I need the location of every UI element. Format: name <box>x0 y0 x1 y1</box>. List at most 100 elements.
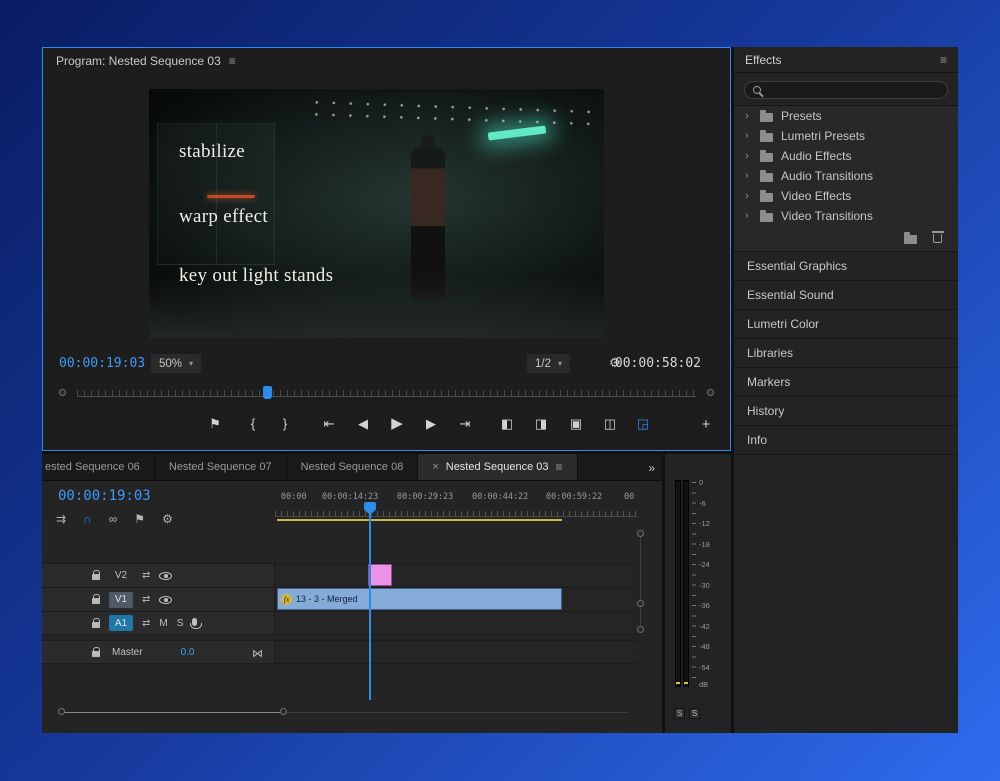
step-forward-button[interactable]: ▶ <box>419 416 443 432</box>
panel-tab-lumetri-color[interactable]: Lumetri Color <box>734 310 958 339</box>
vscroll-handle[interactable] <box>637 530 644 537</box>
add-marker-icon[interactable]: ⚑ <box>134 512 145 526</box>
track-lock-icon[interactable] <box>92 651 100 657</box>
tree-item-lumetri-presets[interactable]: › Lumetri Presets <box>734 126 958 146</box>
play-button[interactable]: ▶ <box>385 414 409 432</box>
tree-item-audio-transitions[interactable]: › Audio Transitions <box>734 166 958 186</box>
solo-right-button[interactable]: S <box>689 708 700 719</box>
timeline-settings-icon[interactable]: ⚙ <box>162 512 173 526</box>
mark-out-button[interactable]: } <box>273 416 297 431</box>
panel-tab-markers[interactable]: Markers <box>734 368 958 397</box>
voiceover-mic-icon[interactable] <box>192 618 197 626</box>
sync-lock-icon[interactable]: ⇄ <box>142 594 150 605</box>
tab-nested-sequence-08[interactable]: Nested Sequence 08 <box>287 454 419 480</box>
delete-bin-icon[interactable] <box>933 234 942 243</box>
tab-nested-sequence-07[interactable]: Nested Sequence 07 <box>155 454 287 480</box>
extract-button[interactable]: ◨ <box>529 416 553 432</box>
track-lock-icon[interactable] <box>92 598 100 604</box>
timeline-vertical-scrollbar[interactable] <box>640 536 641 632</box>
close-icon[interactable]: × <box>432 461 438 473</box>
tree-item-video-transitions[interactable]: › Video Transitions <box>734 206 958 226</box>
tree-item-audio-effects[interactable]: › Audio Effects <box>734 146 958 166</box>
panel-menu-icon[interactable]: ≡ <box>229 54 236 68</box>
track-target-v2[interactable]: V2 <box>109 568 133 584</box>
chevron-right-icon[interactable]: › <box>745 110 752 122</box>
linked-selection-icon[interactable]: ∞ <box>109 512 118 526</box>
chevron-right-icon[interactable]: › <box>745 170 752 182</box>
panel-tab-history[interactable]: History <box>734 397 958 426</box>
track-output-eye-icon[interactable] <box>159 596 172 604</box>
current-timecode[interactable]: 00:00:19:03 <box>59 356 145 371</box>
tab-nested-sequence-06[interactable]: ested Sequence 06 <box>42 454 155 480</box>
drag-video-only-button[interactable]: ◲ <box>631 416 655 432</box>
button-editor-button[interactable]: + <box>696 416 716 433</box>
playback-resolution-select[interactable]: 1/2 ▾ <box>527 354 570 373</box>
snap-magnet-icon[interactable]: ∩ <box>83 512 92 526</box>
track-lock-icon[interactable] <box>92 574 100 580</box>
tab-overflow-chevron[interactable]: » <box>648 454 655 481</box>
track-lane-master[interactable] <box>275 641 637 663</box>
tab-nested-sequence-03[interactable]: × Nested Sequence 03 ≡ <box>418 454 577 480</box>
mute-button[interactable]: M <box>159 618 167 629</box>
chevron-right-icon[interactable]: › <box>745 190 752 202</box>
add-marker-button[interactable]: ⚑ <box>203 416 227 432</box>
panel-tab-info[interactable]: Info <box>734 426 958 455</box>
monitor-playhead[interactable] <box>263 386 272 399</box>
go-to-out-button[interactable]: ⇥ <box>453 416 477 432</box>
pan-bowtie-icon[interactable]: ⋈ <box>252 647 263 660</box>
panel-tab-essential-sound[interactable]: Essential Sound <box>734 281 958 310</box>
hscroll-handle-left[interactable] <box>58 708 65 715</box>
timeline-ruler[interactable]: 00:00 00:00:14:23 00:00:29:23 00:00:44:2… <box>275 492 637 522</box>
lift-button[interactable]: ◧ <box>495 416 519 432</box>
track-target-a1[interactable]: A1 <box>109 615 133 631</box>
hscroll-handle-right[interactable] <box>280 708 287 715</box>
chevron-right-icon[interactable]: › <box>745 150 752 162</box>
mark-in-button[interactable]: { <box>241 416 265 431</box>
panel-tab-libraries[interactable]: Libraries <box>734 339 958 368</box>
track-target-v1[interactable]: V1 <box>109 592 133 608</box>
effects-search-input[interactable] <box>767 84 939 96</box>
tree-item-video-effects[interactable]: › Video Effects <box>734 186 958 206</box>
vscroll-handle[interactable] <box>637 600 644 607</box>
tree-item-presets[interactable]: › Presets <box>734 106 958 126</box>
export-frame-button[interactable]: ▣ <box>564 416 588 432</box>
chevron-right-icon[interactable]: › <box>745 210 752 222</box>
effects-panel-title: Effects <box>745 53 781 67</box>
sync-lock-icon[interactable]: ⇄ <box>142 618 150 629</box>
track-lane-v2[interactable] <box>275 564 637 587</box>
timeline-playhead-line[interactable] <box>369 514 371 700</box>
track-lock-icon[interactable] <box>92 622 100 628</box>
effects-tree: › Presets › Lumetri Presets › Audio Effe… <box>734 105 958 226</box>
new-custom-bin-icon[interactable] <box>904 235 917 244</box>
solo-left-button[interactable]: S <box>674 708 685 719</box>
timeline-current-timecode[interactable]: 00:00:19:03 <box>58 488 151 504</box>
audio-meter-right <box>683 480 689 687</box>
track-output-eye-icon[interactable] <box>159 572 172 580</box>
hscroll-thumb[interactable] <box>62 712 284 713</box>
effects-search-box[interactable] <box>744 81 948 99</box>
nest-toggle-icon[interactable]: ⇉ <box>56 512 66 526</box>
tree-item-label: Video Effects <box>781 189 851 203</box>
master-volume-value[interactable]: 0.0 <box>181 647 195 658</box>
track-lane-a1[interactable] <box>275 612 637 634</box>
solo-button[interactable]: S <box>177 618 184 629</box>
timeline-horizontal-scrollbar[interactable] <box>58 708 628 716</box>
track-row-v2: V2 ⇄ <box>42 563 637 587</box>
program-video-canvas[interactable]: stabilize warp effect key out light stan… <box>149 89 604 338</box>
clip-graphic-v2[interactable] <box>368 564 392 586</box>
panel-menu-icon[interactable]: ≡ <box>940 53 947 67</box>
scrub-zoom-handle-right[interactable] <box>707 389 714 396</box>
zoom-level-select[interactable]: 50% ▾ <box>151 354 201 373</box>
clip-merged-v1[interactable]: fx 13 - 3 - Merged <box>277 588 562 610</box>
step-back-button[interactable]: ◀ <box>351 416 375 432</box>
panel-tab-essential-graphics[interactable]: Essential Graphics <box>734 252 958 281</box>
folder-icon <box>760 193 773 202</box>
chevron-right-icon[interactable]: › <box>745 130 752 142</box>
vscroll-handle[interactable] <box>637 626 644 633</box>
panel-menu-icon[interactable]: ≡ <box>556 460 563 474</box>
comparison-view-button[interactable]: ◫ <box>598 416 622 432</box>
go-to-in-button[interactable]: ⇤ <box>317 416 341 432</box>
monitor-mini-timeline[interactable] <box>77 385 696 397</box>
scrub-zoom-handle-left[interactable] <box>59 389 66 396</box>
sync-lock-icon[interactable]: ⇄ <box>142 570 150 581</box>
